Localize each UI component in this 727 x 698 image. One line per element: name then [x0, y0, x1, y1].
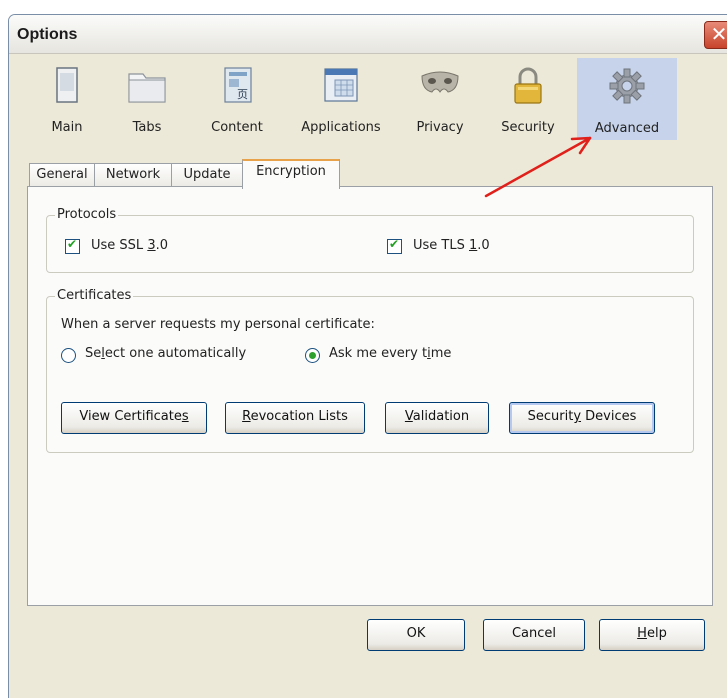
toolbar-main-button[interactable]: Main: [43, 58, 91, 138]
security-devices-text: Securit: [527, 409, 574, 424]
ssl-label-accesskey: 3: [147, 238, 156, 253]
title-bar[interactable]: Options ✕: [9, 15, 727, 54]
select-automatically-text: Se: [85, 346, 102, 361]
tab-encryption[interactable]: Encryption: [242, 159, 340, 189]
content-page-icon: 页: [224, 67, 252, 103]
ssl-label-text: Use SSL: [91, 238, 148, 253]
ssl-checkbox[interactable]: [65, 237, 80, 254]
help-button[interactable]: Help: [599, 619, 705, 651]
select-automatically-radio[interactable]: [61, 348, 76, 363]
toolbar-applications-label: Applications: [301, 120, 381, 135]
revocation-lists-accesskey: R: [242, 409, 251, 424]
security-devices-button[interactable]: Security Devices: [509, 402, 655, 434]
options-window: Options ✕ Main Tabs 页 Content Applicatio…: [8, 14, 727, 698]
tab-general[interactable]: General: [29, 163, 95, 186]
certificates-group: Certificates When a server requests my p…: [46, 288, 694, 453]
toolbar-applications-button[interactable]: Applications: [291, 58, 391, 138]
ask-every-time-text: Ask me every t: [329, 346, 428, 361]
select-automatically-suffix: ect one automatically: [104, 346, 247, 361]
ssl-label[interactable]: Use SSL 3.0: [91, 238, 168, 253]
privacy-mask-icon: [421, 71, 459, 93]
help-accesskey: H: [637, 626, 647, 641]
toolbar-content-label: Content: [211, 120, 263, 135]
revocation-lists-text: evocation Lists: [250, 409, 348, 424]
advanced-gear-icon: [609, 68, 645, 104]
cancel-button[interactable]: Cancel: [483, 619, 585, 651]
tls-label[interactable]: Use TLS 1.0: [413, 238, 490, 253]
tls-label-text: Use TLS: [413, 238, 469, 253]
close-icon: ✕: [710, 22, 727, 46]
toolbar-security-button[interactable]: Security: [493, 58, 563, 138]
encryption-panel: Protocols Use SSL 3.0 Use TLS 1.0 Certif…: [27, 186, 713, 606]
svg-text:页: 页: [237, 88, 248, 101]
protocols-legend: Protocols: [55, 207, 119, 222]
help-text: elp: [646, 626, 667, 641]
view-certificates-text: View Certificate: [79, 409, 182, 424]
certificates-legend: Certificates: [55, 288, 134, 303]
close-button[interactable]: ✕: [704, 21, 727, 49]
security-lock-icon: [514, 67, 542, 104]
ask-every-time-label[interactable]: Ask me every time: [329, 346, 451, 361]
view-certificates-accesskey: s: [181, 409, 189, 424]
toolbar-tabs-label: Tabs: [132, 120, 162, 135]
revocation-lists-button[interactable]: Revocation Lists: [225, 402, 365, 434]
tls-label-suffix: .0: [477, 238, 490, 253]
tab-network[interactable]: Network: [94, 163, 172, 186]
ask-every-time-radio[interactable]: [305, 348, 320, 363]
select-automatically-label[interactable]: Select one automatically: [85, 346, 246, 361]
toolbar-security-label: Security: [501, 120, 555, 135]
security-devices-suffix: Devices: [581, 409, 637, 424]
certificate-prompt: When a server requests my personal certi…: [61, 317, 375, 332]
tls-checkbox[interactable]: [387, 237, 402, 254]
main-window-icon: [56, 67, 78, 103]
toolbar-tabs-button[interactable]: Tabs: [117, 58, 177, 138]
options-toolbar: Main Tabs 页 Content Applications Privacy…: [9, 54, 727, 144]
validation-button[interactable]: Validation: [385, 402, 489, 434]
toolbar-advanced-label: Advanced: [594, 121, 660, 136]
validation-accesskey: V: [404, 409, 413, 424]
validation-text: alidation: [412, 409, 470, 424]
toolbar-main-label: Main: [51, 120, 83, 135]
toolbar-content-button[interactable]: 页 Content: [201, 58, 273, 138]
toolbar-privacy-label: Privacy: [416, 120, 464, 135]
protocols-group: Protocols Use SSL 3.0 Use TLS 1.0: [46, 207, 694, 273]
ssl-label-suffix: .0: [155, 238, 168, 253]
applications-icon: [324, 68, 358, 102]
tabs-folder-icon: [128, 73, 166, 103]
ok-button[interactable]: OK: [367, 619, 465, 651]
view-certificates-button[interactable]: View Certificates: [61, 402, 207, 434]
toolbar-privacy-button[interactable]: Privacy: [409, 58, 471, 138]
ask-every-time-suffix: me: [430, 346, 452, 361]
window-title: Options: [17, 26, 78, 43]
tab-update[interactable]: Update: [171, 163, 243, 186]
security-devices-accesskey: y: [573, 409, 582, 424]
toolbar-advanced-button[interactable]: Advanced: [577, 58, 677, 140]
